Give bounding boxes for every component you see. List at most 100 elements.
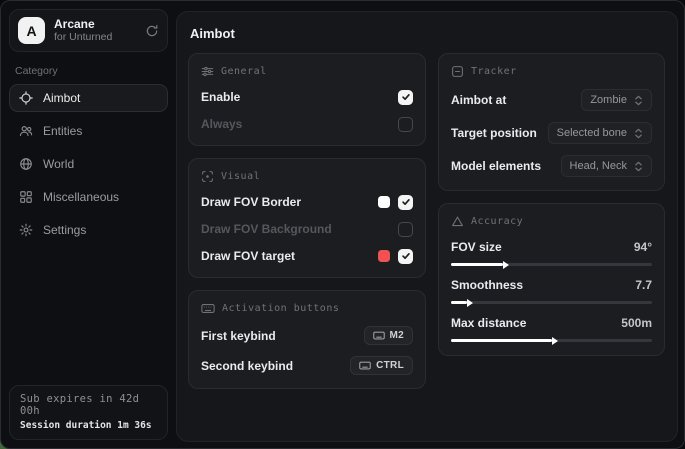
main-panel: Aimbot General — [176, 11, 678, 442]
color-swatch-red[interactable] — [378, 250, 390, 262]
setting-row-fov-background: Draw FOV Background — [201, 221, 413, 237]
chevron-up-down-icon — [634, 128, 643, 139]
enable-checkbox[interactable] — [398, 90, 413, 105]
keybind-value: M2 — [390, 330, 405, 341]
sidebar-item-miscellaneous[interactable]: Miscellaneous — [9, 183, 168, 211]
section-header: General — [221, 66, 267, 77]
setting-label: Max distance — [451, 316, 526, 330]
chevron-up-down-icon — [634, 95, 643, 106]
sub-expiry-text: Sub expires in 42d 00h — [20, 393, 157, 417]
app-subtitle: for Unturned — [54, 31, 136, 44]
cheat-menu-window: A Arcane for Unturned Category Aimbot — [0, 0, 685, 449]
visual-card: Visual Draw FOV Border Draw FOV Backgrou… — [188, 158, 426, 278]
app-brand: Arcane for Unturned — [54, 17, 136, 44]
chevron-up-down-icon — [634, 161, 643, 172]
sidebar-item-label: Entities — [43, 124, 82, 138]
fov-background-checkbox[interactable] — [398, 222, 413, 237]
tracker-icon — [451, 65, 464, 78]
setting-row-fov-border: Draw FOV Border — [201, 194, 413, 210]
app-logo: A — [18, 17, 45, 44]
setting-row-always: Always — [201, 116, 413, 132]
slider-fill[interactable] — [451, 263, 503, 266]
setting-label: Draw FOV Border — [201, 195, 301, 209]
visual-icon — [201, 170, 214, 183]
color-swatch-white[interactable] — [378, 196, 390, 208]
activation-card: Activation buttons First keybind M2 Seco… — [188, 290, 426, 389]
second-keybind-button[interactable]: CTRL — [350, 356, 413, 375]
setting-label: FOV size — [451, 240, 502, 254]
globe-icon — [19, 157, 33, 171]
first-keybind-button[interactable]: M2 — [364, 326, 414, 345]
setting-label: Second keybind — [201, 359, 293, 373]
refresh-icon[interactable] — [145, 24, 159, 38]
tracker-card: Tracker Aimbot at Zombie Target position — [438, 53, 665, 191]
keyboard-icon — [201, 302, 215, 315]
setting-label: Smoothness — [451, 278, 523, 292]
section-header: Activation buttons — [222, 303, 339, 314]
aimbot-at-dropdown[interactable]: Zombie — [581, 89, 652, 111]
slider-group-smoothness: Smoothness 7.7 — [451, 278, 652, 304]
model-elements-dropdown[interactable]: Head, Neck — [561, 155, 652, 177]
sidebar-item-settings[interactable]: Settings — [9, 216, 168, 244]
setting-row-model-elements: Model elements Head, Neck — [451, 155, 652, 177]
max-distance-slider[interactable] — [451, 339, 652, 342]
slider-fill[interactable] — [451, 301, 467, 304]
keyboard-icon — [373, 330, 385, 341]
dropdown-value: Zombie — [590, 94, 627, 106]
fov-border-checkbox[interactable] — [398, 195, 413, 210]
slider-value: 7.7 — [635, 278, 652, 292]
sidebar-nav: Aimbot Entities World — [9, 84, 168, 244]
section-header: Tracker — [471, 66, 517, 77]
sidebar-item-world[interactable]: World — [9, 150, 168, 178]
section-header: Accuracy — [471, 216, 523, 227]
setting-row-fov-target: Draw FOV target — [201, 248, 413, 264]
app-header: A Arcane for Unturned — [9, 9, 168, 52]
setting-row-second-keybind: Second keybind CTRL — [201, 356, 413, 375]
keybind-value: CTRL — [376, 360, 404, 371]
setting-label: Draw FOV target — [201, 249, 295, 263]
slider-value: 500m — [621, 316, 652, 330]
slider-group-fov-size: FOV size 94° — [451, 240, 652, 266]
setting-label: Target position — [451, 126, 537, 140]
setting-row-enable: Enable — [201, 89, 413, 105]
slider-group-max-distance: Max distance 500m — [451, 316, 652, 342]
accuracy-card: Accuracy FOV size 94° Smoothness — [438, 203, 665, 356]
entities-icon — [19, 124, 33, 138]
general-card: General Enable Always — [188, 53, 426, 146]
setting-label: Always — [201, 117, 242, 131]
smoothness-slider[interactable] — [451, 301, 652, 304]
page-title: Aimbot — [190, 26, 665, 41]
slider-value: 94° — [634, 240, 652, 254]
setting-label: Aimbot at — [451, 93, 506, 107]
setting-row-target-position: Target position Selected bone — [451, 122, 652, 144]
setting-row-aimbot-at: Aimbot at Zombie — [451, 89, 652, 111]
sidebar-item-aimbot[interactable]: Aimbot — [9, 84, 168, 112]
grid-icon — [19, 190, 33, 204]
accuracy-icon — [451, 215, 464, 228]
dropdown-value: Head, Neck — [570, 160, 627, 172]
setting-label: Draw FOV Background — [201, 222, 332, 236]
section-header: Visual — [221, 171, 260, 182]
subscription-info: Sub expires in 42d 00h Session duration … — [9, 385, 168, 440]
sidebar-item-label: World — [43, 157, 74, 171]
fov-size-slider[interactable] — [451, 263, 652, 266]
session-duration-text: Session duration 1m 36s — [20, 420, 157, 431]
sidebar-item-label: Settings — [43, 223, 86, 237]
category-label: Category — [15, 65, 168, 77]
target-position-dropdown[interactable]: Selected bone — [548, 122, 652, 144]
always-checkbox[interactable] — [398, 117, 413, 132]
slider-fill[interactable] — [451, 339, 552, 342]
setting-label: Enable — [201, 90, 240, 104]
keyboard-icon — [359, 360, 371, 371]
fov-target-checkbox[interactable] — [398, 249, 413, 264]
sidebar-item-label: Miscellaneous — [43, 190, 119, 204]
gear-icon — [19, 223, 33, 237]
dropdown-value: Selected bone — [557, 127, 627, 139]
app-name: Arcane — [54, 17, 136, 31]
sidebar-item-entities[interactable]: Entities — [9, 117, 168, 145]
sliders-icon — [201, 65, 214, 78]
crosshair-icon — [19, 91, 33, 105]
setting-label: First keybind — [201, 329, 276, 343]
sidebar-item-label: Aimbot — [43, 91, 80, 105]
setting-label: Model elements — [451, 159, 541, 173]
